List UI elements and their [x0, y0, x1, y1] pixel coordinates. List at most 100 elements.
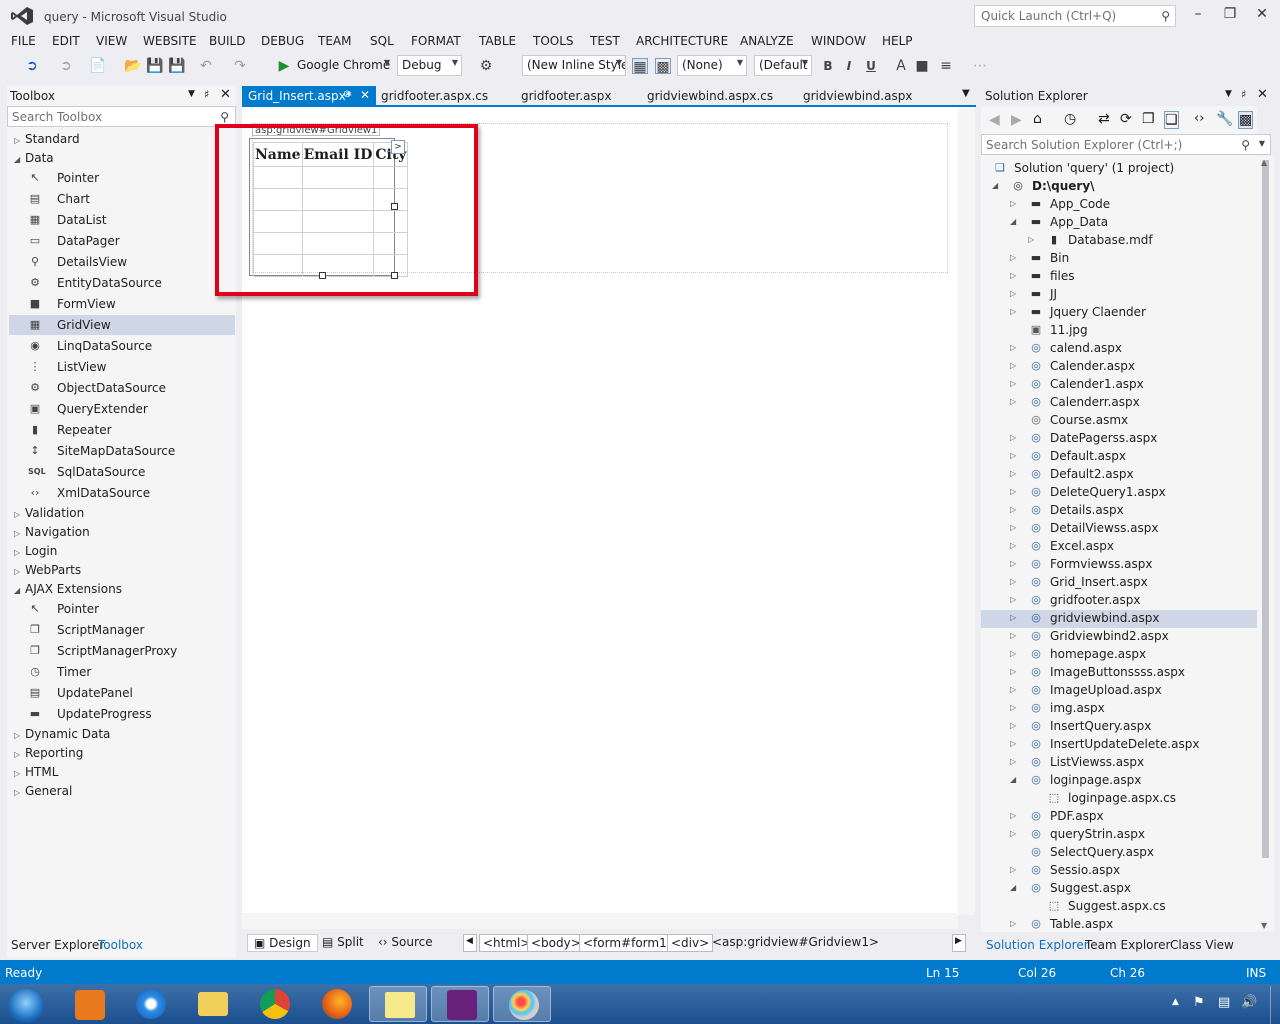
- solution-tree-item[interactable]: ▷ ◎ gridfooter.aspx: [981, 592, 1257, 610]
- target-rule-dropdown[interactable]: (None) ▼: [677, 55, 747, 76]
- volume-icon[interactable]: 🔊: [1241, 995, 1257, 1010]
- back-icon[interactable]: ◀: [989, 112, 1000, 128]
- tab-gridviewbind[interactable]: gridviewbind.aspx: [797, 86, 918, 106]
- menu-team[interactable]: TEAM: [318, 34, 351, 48]
- flag-icon[interactable]: ⚑: [1193, 995, 1205, 1010]
- solution-tree-item[interactable]: ▷ ◎ Gridviewbind2.aspx: [981, 628, 1257, 646]
- breadcrumb-prev-icon[interactable]: ◀: [463, 934, 477, 952]
- solution-tree-item[interactable]: ▷ ◎ Excel.aspx: [981, 538, 1257, 556]
- toolbox-item-chart[interactable]: ▤ Chart: [24, 189, 235, 209]
- toolbox-category-html[interactable]: ▷ HTML: [14, 765, 58, 779]
- solution-search-input[interactable]: Search Solution Explorer (Ctrl+;) ⚲ ▼: [981, 134, 1271, 155]
- toolbox-item-ajax-pointer[interactable]: ↖ Pointer: [24, 599, 235, 619]
- style-dropdown[interactable]: (New Inline Style ▼: [522, 55, 626, 76]
- collapse-arrow-icon[interactable]: ◢: [1010, 775, 1016, 784]
- solution-tree-item[interactable]: ▷ ◎ Default.aspx: [981, 448, 1257, 466]
- solution-tree-item[interactable]: ▷ ◎ Calenderr.aspx: [981, 394, 1257, 412]
- solution-tree-item[interactable]: ▷ ▬ JJ: [981, 286, 1257, 304]
- breadcrumb-next-icon[interactable]: ▶: [952, 934, 966, 952]
- solution-tree-item[interactable]: ▷ ▬ files: [981, 268, 1257, 286]
- solution-tree-item[interactable]: ▷ ◎ homepage.aspx: [981, 646, 1257, 664]
- solution-tree-item[interactable]: ⬚ Suggest.aspx.cs: [981, 898, 1257, 916]
- toolbox-item-pointer[interactable]: ↖ Pointer: [24, 168, 235, 188]
- toolbox-category-reporting[interactable]: ▷ Reporting: [14, 746, 83, 760]
- menu-file[interactable]: FILE: [11, 34, 36, 48]
- refresh-icon[interactable]: ⟳: [1120, 111, 1132, 127]
- expand-arrow-icon[interactable]: ▷: [1010, 595, 1016, 604]
- horizontal-scrollbar[interactable]: [242, 913, 958, 929]
- expand-arrow-icon[interactable]: ▷: [1010, 289, 1016, 298]
- solution-tree-item[interactable]: ▷ ◎ Table.aspx: [981, 916, 1257, 934]
- font-dropdown[interactable]: (Default ▼: [754, 55, 812, 76]
- solution-tree-item[interactable]: ▷ ◎ DeleteQuery1.aspx: [981, 484, 1257, 502]
- toolbox-item-listview[interactable]: ⋮ ListView: [24, 357, 235, 377]
- align-icon[interactable]: ≡: [938, 58, 954, 74]
- project-node[interactable]: ◢ ◎ D:\query\: [981, 178, 1257, 196]
- toolbox-item-updateprogress[interactable]: ▬ UpdateProgress: [24, 704, 235, 724]
- taskbar-internet-explorer[interactable]: [121, 986, 179, 1022]
- toolbox-category-navigation[interactable]: ▷ Navigation: [14, 525, 90, 539]
- expand-arrow-icon[interactable]: ▷: [1010, 343, 1016, 352]
- menu-architecture[interactable]: ARCHITECTURE: [636, 34, 728, 48]
- pin-icon[interactable]: ♯: [204, 88, 209, 101]
- solution-tree-item[interactable]: ⬚ loginpage.aspx.cs: [981, 790, 1257, 808]
- sync-icon[interactable]: ⇄: [1098, 111, 1110, 127]
- solution-tree-item[interactable]: ▷ ▮ Database.mdf: [981, 232, 1257, 250]
- expand-arrow-icon[interactable]: ▷: [1010, 451, 1016, 460]
- toolbox-item-objectdatasource[interactable]: ⚙ ObjectDataSource: [24, 378, 235, 398]
- save-icon[interactable]: 💾: [146, 58, 163, 74]
- new-project-icon[interactable]: 📄: [89, 58, 106, 74]
- expand-arrow-icon[interactable]: ▷: [1010, 649, 1016, 658]
- solution-tree-item[interactable]: ▷ ▬ Jquery Claender: [981, 304, 1257, 322]
- view-code-icon[interactable]: ‹›: [1194, 111, 1204, 126]
- show-all-files-icon[interactable]: ❏: [1164, 111, 1179, 129]
- bullets-icon[interactable]: ⋯: [972, 58, 988, 74]
- toolbox-item-linqdatasource[interactable]: ◉ LinqDataSource: [24, 336, 235, 356]
- toolbox-category-login[interactable]: ▷ Login: [14, 544, 57, 558]
- tray-overflow-icon[interactable]: ▲: [1172, 997, 1179, 1007]
- menu-website[interactable]: WEBSITE: [143, 34, 197, 48]
- solution-tree-item[interactable]: ▷ ◎ Details.aspx: [981, 502, 1257, 520]
- solution-tree-item[interactable]: ▷ ◎ calend.aspx: [981, 340, 1257, 358]
- menu-view[interactable]: VIEW: [96, 34, 127, 48]
- pending-changes-icon[interactable]: ◷: [1064, 111, 1076, 127]
- start-button-icon[interactable]: [8, 989, 44, 1023]
- expand-arrow-icon[interactable]: ▷: [1028, 235, 1034, 244]
- solution-tree-item[interactable]: ◎ SelectQuery.aspx: [981, 844, 1257, 862]
- close-icon[interactable]: ✕: [360, 88, 370, 102]
- properties-icon[interactable]: 🔧: [1216, 111, 1233, 127]
- toolbox-item-scriptmanager[interactable]: ❐ ScriptManager: [24, 620, 235, 640]
- close-icon[interactable]: ✕: [220, 87, 231, 102]
- toolbox-item-xmldatasource[interactable]: ‹› XmlDataSource: [24, 483, 235, 503]
- show-desktop-button[interactable]: [1270, 986, 1280, 1024]
- toolbox-category-standard[interactable]: ▷ Standard: [14, 132, 80, 146]
- vertical-scrollbar[interactable]: [958, 107, 975, 915]
- solution-tree-item[interactable]: ▷ ◎ img.aspx: [981, 700, 1257, 718]
- chevron-down-icon[interactable]: ▼: [188, 89, 195, 99]
- expand-arrow-icon[interactable]: ▷: [1010, 577, 1016, 586]
- menu-debug[interactable]: DEBUG: [261, 34, 304, 48]
- show-borders-icon[interactable]: ▩: [655, 58, 671, 75]
- pin-icon[interactable]: ♯: [1241, 88, 1246, 101]
- expand-arrow-icon[interactable]: ▷: [1010, 487, 1016, 496]
- solution-tree-item[interactable]: ◢ ◎ loginpage.aspx: [981, 772, 1257, 790]
- background-color-icon[interactable]: ■: [914, 58, 930, 74]
- scroll-down-icon[interactable]: ▼: [1261, 921, 1267, 930]
- breadcrumb-div[interactable]: <div>: [667, 934, 714, 952]
- start-debug-icon[interactable]: ▶: [276, 58, 292, 74]
- browser-selector[interactable]: Google Chrome ▼: [292, 55, 394, 76]
- toolbox-item-entitydatasource[interactable]: ⚙ EntityDataSource: [24, 273, 235, 293]
- solution-tree-item[interactable]: ▷ ◎ PDF.aspx: [981, 808, 1257, 826]
- solution-tree-item[interactable]: ▷ ◎ ListViewss.aspx: [981, 754, 1257, 772]
- collapse-all-icon[interactable]: ❐: [1142, 111, 1155, 127]
- expand-arrow-icon[interactable]: ▷: [1010, 685, 1016, 694]
- tab-solution-explorer[interactable]: Solution Explorer: [986, 938, 1089, 952]
- solution-tree-item[interactable]: ▷ ▬ App_Code: [981, 196, 1257, 214]
- toolbox-item-updatepanel[interactable]: ▤ UpdatePanel: [24, 683, 235, 703]
- scroll-up-icon[interactable]: ▲: [1261, 158, 1267, 167]
- split-view-button[interactable]: ▤ Split: [316, 934, 370, 952]
- configuration-dropdown[interactable]: Debug ▼: [397, 55, 462, 76]
- menu-window[interactable]: WINDOW: [811, 34, 866, 48]
- toolbox-item-scriptmanagerproxy[interactable]: ❐ ScriptManagerProxy: [24, 641, 235, 661]
- tab-gridviewbind-cs[interactable]: gridviewbind.aspx.cs: [641, 86, 779, 106]
